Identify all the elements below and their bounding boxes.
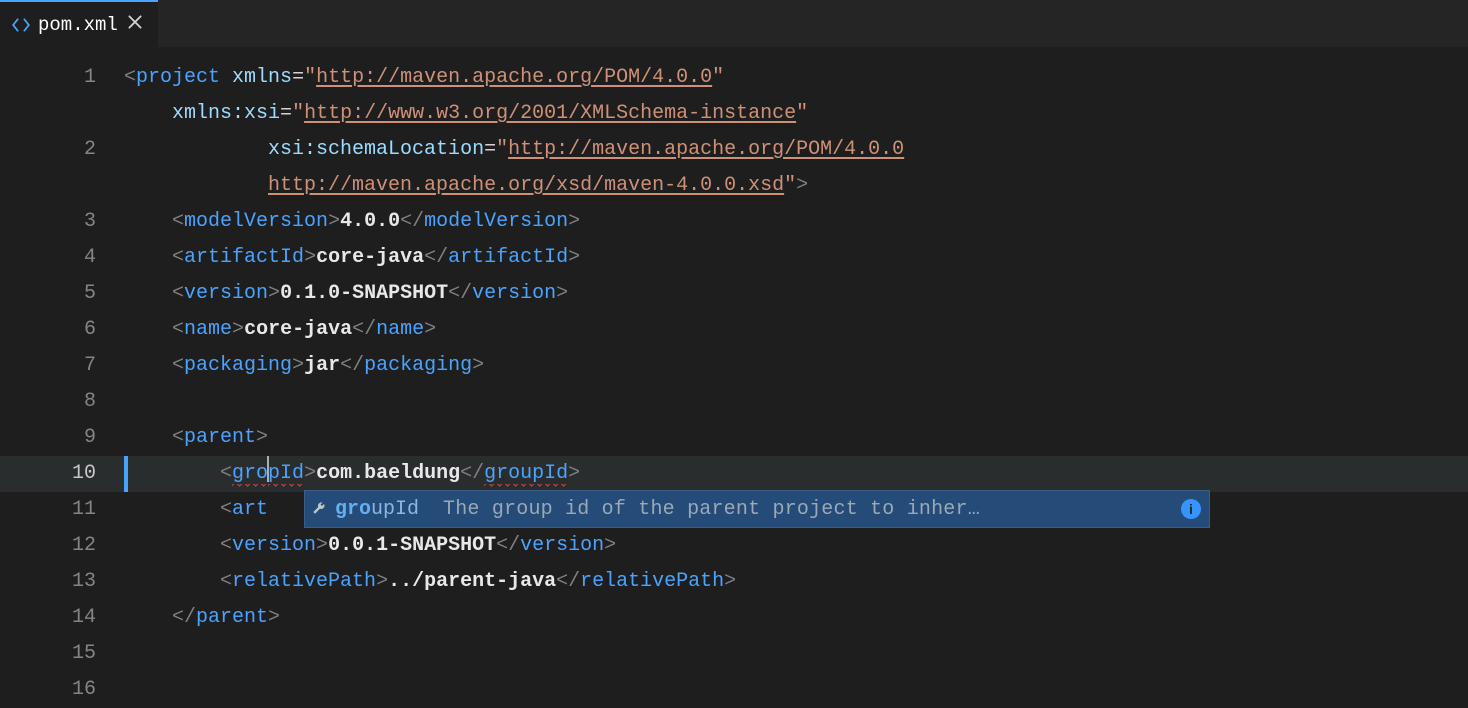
code-editor[interactable]: 1 <project xmlns="http://maven.apache.or… xyxy=(0,48,1468,708)
code-line[interactable]: 8 xyxy=(0,384,1468,420)
line-number: 2 xyxy=(0,132,124,168)
line-number: 5 xyxy=(0,276,124,312)
file-tab[interactable]: pom.xml xyxy=(0,0,158,48)
line-number: 16 xyxy=(0,672,124,708)
code-line[interactable]: 15 xyxy=(0,636,1468,672)
code-line[interactable]: 9 <parent> xyxy=(0,420,1468,456)
line-number: 12 xyxy=(0,528,124,564)
code-line[interactable]: 13 <relativePath>../parent-java</relativ… xyxy=(0,564,1468,600)
line-number: 11 xyxy=(0,492,124,528)
line-number: 9 xyxy=(0,420,124,456)
wrench-icon xyxy=(305,501,333,517)
code-line[interactable]: 16 xyxy=(0,672,1468,708)
autocomplete-popup[interactable]: groupId The group id of the parent proje… xyxy=(304,490,1210,528)
info-icon[interactable]: i xyxy=(1181,499,1201,519)
code-line[interactable]: 7 <packaging>jar</packaging> xyxy=(0,348,1468,384)
code-line[interactable]: http://maven.apache.org/xsd/maven-4.0.0.… xyxy=(0,168,1468,204)
code-icon xyxy=(12,16,30,34)
line-number: 6 xyxy=(0,312,124,348)
line-number: 10 xyxy=(0,456,124,492)
line-number: 3 xyxy=(0,204,124,240)
code-line[interactable]: 14 </parent> xyxy=(0,600,1468,636)
code-line[interactable]: 3 <modelVersion>4.0.0</modelVersion> xyxy=(0,204,1468,240)
tab-bar: pom.xml xyxy=(0,0,1468,48)
suggestion-description: The group id of the parent project to in… xyxy=(419,498,980,521)
code-line[interactable]: 4 <artifactId>core-java</artifactId> xyxy=(0,240,1468,276)
line-number: 7 xyxy=(0,348,124,384)
line-number: 15 xyxy=(0,636,124,672)
code-line[interactable]: 2 xsi:schemaLocation="http://maven.apach… xyxy=(0,132,1468,168)
line-number: 4 xyxy=(0,240,124,276)
code-line[interactable]: 12 <version>0.0.1-SNAPSHOT</version> xyxy=(0,528,1468,564)
line-number: 13 xyxy=(0,564,124,600)
suggestion-item[interactable]: groupId xyxy=(333,498,419,521)
code-line[interactable]: xmlns:xsi="http://www.w3.org/2001/XMLSch… xyxy=(0,96,1468,132)
code-line[interactable]: 5 <version>0.1.0-SNAPSHOT</version> xyxy=(0,276,1468,312)
line-number: 14 xyxy=(0,600,124,636)
code-line[interactable]: 6 <name>core-java</name> xyxy=(0,312,1468,348)
code-line-active[interactable]: 10 <gropId>com.baeldung</groupId> xyxy=(0,456,1468,492)
close-icon[interactable] xyxy=(126,13,144,38)
tab-label: pom.xml xyxy=(38,14,118,36)
line-number: 1 xyxy=(0,60,124,96)
line-number: 8 xyxy=(0,384,124,420)
code-line[interactable]: 1 <project xmlns="http://maven.apache.or… xyxy=(0,60,1468,96)
